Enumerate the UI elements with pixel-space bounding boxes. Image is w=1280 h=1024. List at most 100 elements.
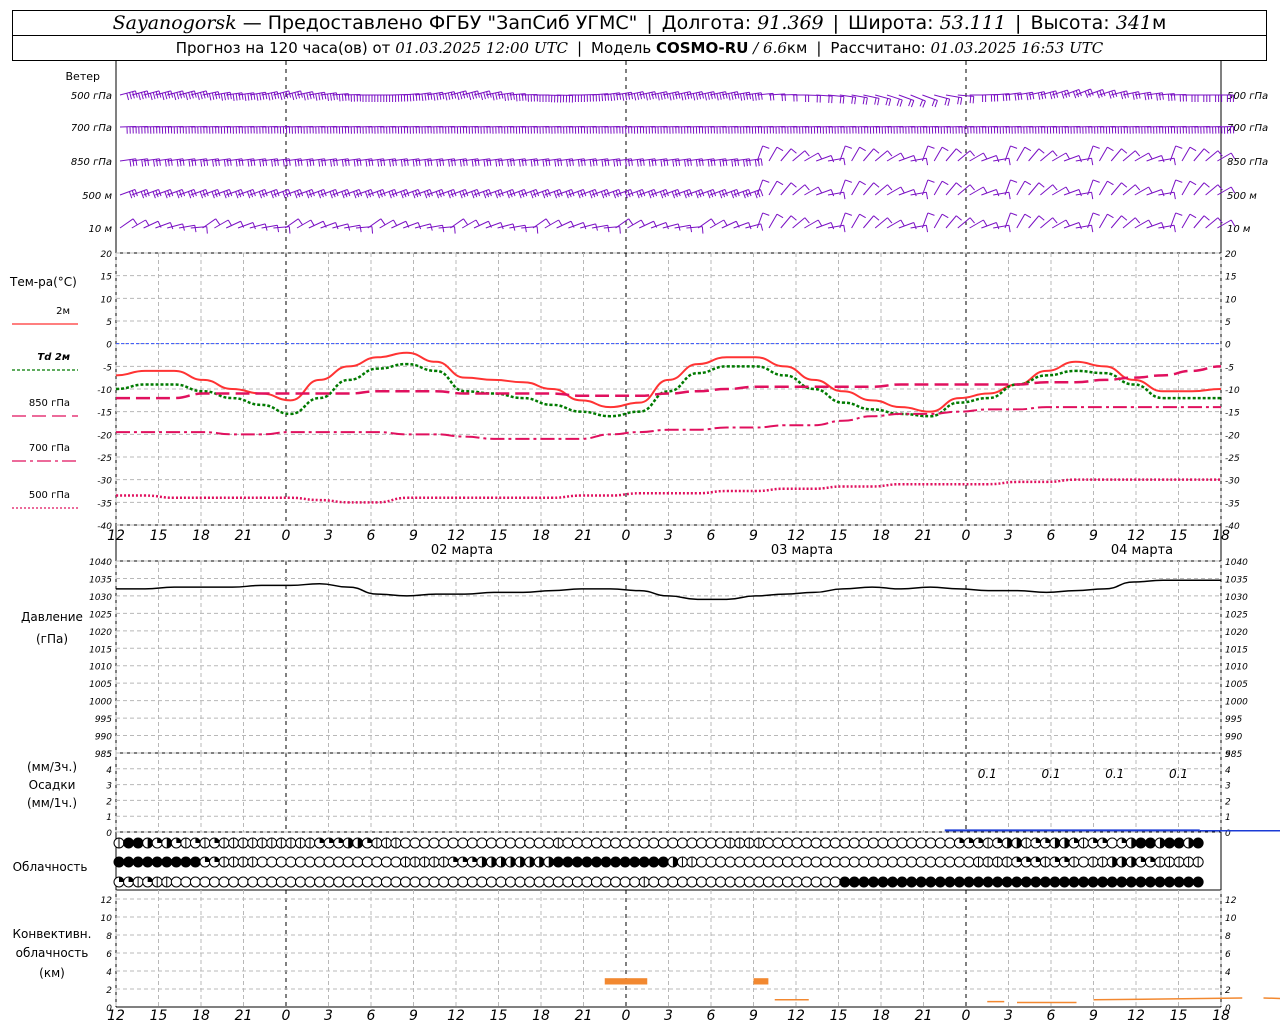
wind-barb xyxy=(1016,146,1026,162)
wind-barb-feather xyxy=(944,98,948,106)
wind-barb-feather xyxy=(294,92,298,100)
wind-barb-feather xyxy=(718,191,723,199)
wind-barb-feather xyxy=(740,93,743,101)
wind-barb-feather xyxy=(542,159,545,167)
cloud-symbols xyxy=(113,837,1204,888)
cloud-cover-full xyxy=(1088,877,1099,887)
cloud-cover-circle xyxy=(657,876,669,888)
wind-barb-feather xyxy=(1065,219,1070,227)
wind-barb-feather xyxy=(332,93,335,101)
wind-barb-feather xyxy=(483,159,486,167)
cloud-cover-circle xyxy=(753,856,765,868)
temp-tick-right: 10 xyxy=(1225,295,1237,305)
x-tick-label-bottom: 18 xyxy=(192,1008,210,1024)
pressure-tick-left: 995 xyxy=(95,715,112,725)
wind-barb xyxy=(851,213,861,229)
wind-barb-feather xyxy=(259,93,262,101)
wind-barb xyxy=(1205,150,1219,162)
cloud-cover-circle xyxy=(505,837,517,849)
wind-barb-feather xyxy=(1096,91,1100,99)
cloud-cover-circle xyxy=(610,876,622,888)
wind-barb-feather xyxy=(1173,158,1176,166)
wind-barb xyxy=(1146,189,1162,196)
wind-barb xyxy=(1016,213,1026,229)
wind-barb-feather xyxy=(132,218,138,225)
wind-barb-feather xyxy=(648,159,651,167)
cloud-cover-circle xyxy=(314,856,326,868)
cloud-cover-full xyxy=(1030,877,1041,887)
cloud-cover-full xyxy=(983,877,994,887)
wind-barb-feather xyxy=(859,213,866,219)
x-tick-label-bottom: 12 xyxy=(107,1008,125,1024)
wind-barb-feather xyxy=(1091,192,1094,200)
pressure-tick-left: 1015 xyxy=(89,645,112,655)
wind-barb-feather xyxy=(913,222,917,230)
cloud-cover-full xyxy=(1164,838,1175,848)
cloud-cover-full xyxy=(1183,877,1194,887)
x-tick-label-bottom: 3 xyxy=(1004,1008,1013,1024)
cloud-cover-circle xyxy=(791,876,803,888)
wind-level-label: 10 м xyxy=(89,224,113,235)
x-tick-label: 18 xyxy=(192,528,210,544)
wind-barb-feather xyxy=(1189,180,1197,186)
cloud-cover-circle xyxy=(963,856,975,868)
wind-barb-feather xyxy=(376,191,381,199)
x-tick-label-bottom: 21 xyxy=(575,1008,593,1024)
temperature-legend-label: 2м xyxy=(56,306,70,317)
wind-barb-feather xyxy=(745,92,749,100)
conv-tick-right: 8 xyxy=(1225,932,1231,942)
wind-barb-feather xyxy=(995,222,1000,230)
cloud-cover-circle xyxy=(696,876,708,888)
wind-barb-feather xyxy=(665,222,669,230)
cloud-cover-full xyxy=(581,857,592,867)
cloud-cover-circle xyxy=(466,876,478,888)
wind-barb-feather xyxy=(748,222,752,230)
wind-barb-feather xyxy=(433,93,436,101)
wind-barb-feather xyxy=(267,93,271,101)
wind-barb-feather xyxy=(995,189,1000,197)
wind-barb-feather xyxy=(364,191,369,199)
wind-barb-feather xyxy=(642,91,645,99)
x-tick-label-bottom: 0 xyxy=(282,1008,291,1024)
wind-barb-feather xyxy=(252,222,256,230)
pressure-tick-left: 1005 xyxy=(89,680,112,690)
wind-barb-feather xyxy=(435,191,440,199)
cloud-cover-full xyxy=(648,857,659,867)
cloud-cover-circle xyxy=(323,876,335,888)
wind-barb-feather xyxy=(692,93,696,101)
wind-barb-feather xyxy=(613,159,616,167)
wind-barb xyxy=(804,186,819,196)
conv-tick-right: 12 xyxy=(1225,896,1237,906)
x-tick-label-bottom: 0 xyxy=(962,1008,971,1024)
wind-barb-feather xyxy=(1078,155,1082,163)
temp-tick-left: -35 xyxy=(97,499,112,509)
cloud-cover-circle xyxy=(581,876,593,888)
wind-barb xyxy=(1098,180,1108,196)
wind-barb-feather xyxy=(306,92,309,100)
wind-barb-feather xyxy=(1107,146,1114,152)
wind-barb-feather xyxy=(1161,189,1165,197)
cloud-cover-full xyxy=(935,877,946,887)
wind-barb-feather xyxy=(1010,179,1018,183)
wind-barb-feather xyxy=(1065,186,1070,194)
wind-barb-feather xyxy=(760,158,763,166)
x-tick-label-bottom: 12 xyxy=(447,1008,465,1024)
wind-barb-feather xyxy=(459,191,463,199)
wind-barb-feather xyxy=(719,159,722,167)
wind-barb-feather xyxy=(436,93,439,101)
wind-barb-feather xyxy=(321,92,324,100)
wind-barb-feather xyxy=(1144,93,1147,101)
pressure-tick-left: 1040 xyxy=(89,558,112,568)
wind-barb-feather xyxy=(842,96,845,104)
x-tick-label-bottom: 12 xyxy=(1127,1008,1145,1024)
temp-tick-right: -10 xyxy=(1225,386,1240,396)
wind-barb-feather xyxy=(854,97,857,105)
x-tick-label-bottom: 9 xyxy=(409,1008,418,1024)
wind-barb-feather xyxy=(672,159,675,167)
temp-tick-right: -15 xyxy=(1225,409,1240,419)
cloud-cover-full xyxy=(878,877,888,887)
cloud-cover-circle xyxy=(342,856,354,868)
wind-barb-feather xyxy=(1092,145,1100,149)
wind-barb xyxy=(638,220,654,229)
wind-barb-feather xyxy=(707,191,711,199)
